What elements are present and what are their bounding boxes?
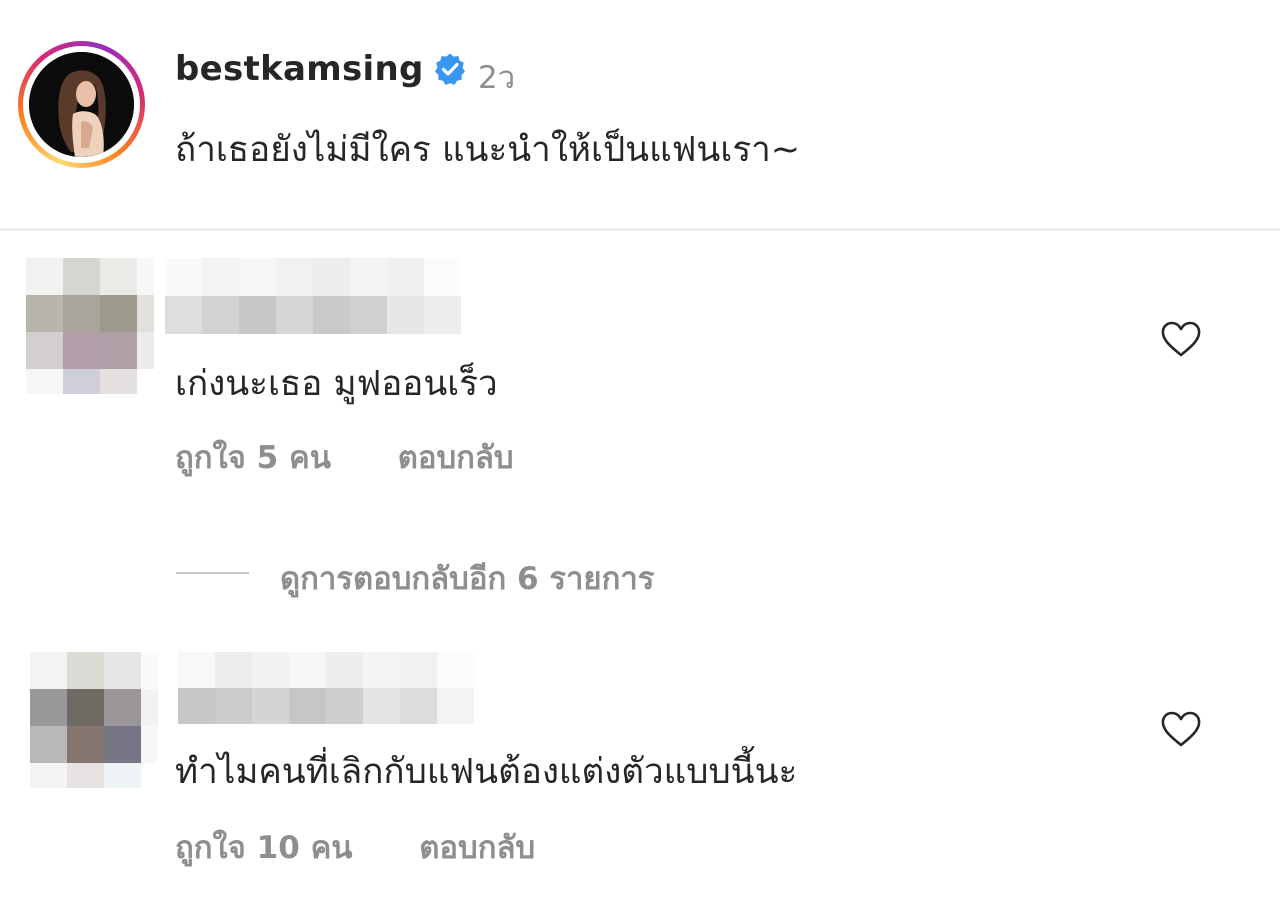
caption-timestamp: 2ว <box>478 60 516 96</box>
comment-meta: ถูกใจ 10 คน ตอบกลับ <box>175 822 535 872</box>
heart-outline-icon[interactable] <box>1160 320 1202 358</box>
blurred-avatar[interactable] <box>30 652 158 788</box>
caption-divider <box>0 228 1280 231</box>
comment-item: ทำไมคนที่เลิกกับแฟนต้องแต่งตัวแบบนี้นะ ถ… <box>0 652 1280 892</box>
story-ring-gap <box>23 46 140 163</box>
reply-button[interactable]: ตอบกลับ <box>419 822 535 872</box>
view-replies-label[interactable]: ดูการตอบกลับอีก 6 รายการ <box>280 553 654 603</box>
caption-username[interactable]: bestkamsing <box>175 49 424 89</box>
comment-meta: ถูกใจ 5 คน ตอบกลับ <box>175 432 514 482</box>
post-caption: bestkamsing 2ว ถ้าเธอยังไม่มีใคร แนะนำให… <box>0 0 1280 230</box>
verified-badge-icon <box>435 53 465 85</box>
comment-text: ทำไมคนที่เลิกกับแฟนต้องแต่งตัวแบบนี้นะ <box>175 752 798 792</box>
blurred-avatar[interactable] <box>26 258 154 394</box>
likes-count[interactable]: ถูกใจ 5 คน <box>175 432 331 482</box>
likes-count[interactable]: ถูกใจ 10 คน <box>175 822 353 872</box>
story-ring[interactable] <box>18 41 145 168</box>
reply-button[interactable]: ตอบกลับ <box>398 432 514 482</box>
caption-text: ถ้าเธอยังไม่มีใคร แนะนำให้เป็นแฟนเรา~ <box>175 130 801 170</box>
blurred-username[interactable] <box>165 258 465 336</box>
comment-text: เก่งนะเธอ มูฟออนเร็ว <box>175 364 498 404</box>
heart-outline-icon[interactable] <box>1160 710 1202 748</box>
comment-item: เก่งนะเธอ มูฟออนเร็ว ถูกใจ 5 คน ตอบกลับ <box>0 258 1280 488</box>
profile-avatar[interactable] <box>29 52 134 157</box>
replies-divider-line <box>176 572 249 574</box>
blurred-username[interactable] <box>178 652 478 730</box>
profile-photo-icon <box>29 52 134 157</box>
